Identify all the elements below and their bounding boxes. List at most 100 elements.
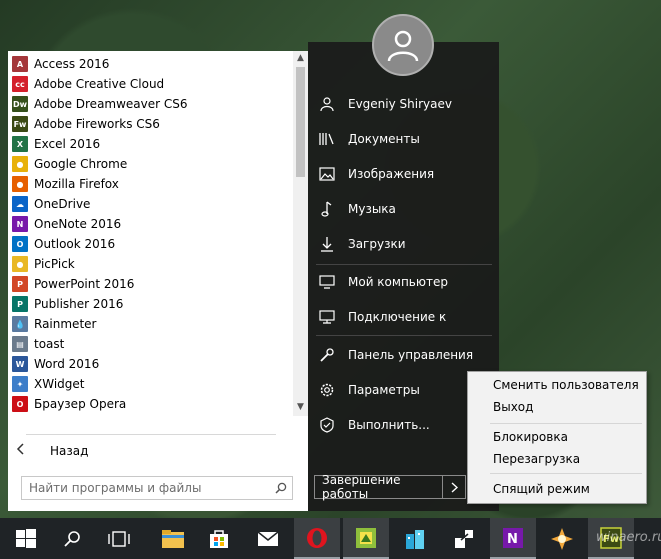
fireworks-icon: Fw [12, 116, 28, 132]
settings-gear-icon [314, 382, 340, 398]
place-item-control-panel[interactable]: Панель управления [314, 342, 494, 368]
list-item[interactable]: ☁ OneDrive [8, 194, 293, 214]
app-label: Adobe Dreamweaver CS6 [34, 97, 188, 111]
person-icon [314, 97, 340, 111]
chevron-right-icon[interactable] [442, 476, 465, 498]
pictures-icon [314, 167, 340, 181]
greenshot-taskbar-button[interactable] [343, 518, 389, 559]
excel-icon: X [12, 136, 28, 152]
list-item[interactable]: ● PicPick [8, 254, 293, 274]
access-icon: A [12, 56, 28, 72]
buildings-app-button[interactable] [392, 518, 438, 559]
search-icon [64, 530, 80, 547]
chrome-icon: ● [12, 156, 28, 172]
greenshot-icon [356, 527, 376, 548]
list-item[interactable]: ✦ XWidget [8, 374, 293, 394]
list-item[interactable]: cc Adobe Creative Cloud [8, 74, 293, 94]
start-button[interactable] [3, 518, 49, 559]
place-item-music[interactable]: Музыка [314, 196, 494, 222]
list-item[interactable]: ● Google Chrome [8, 154, 293, 174]
computer-icon [314, 275, 340, 289]
rainmeter-icon: 💧 [12, 316, 28, 332]
list-item[interactable]: ● Mozilla Firefox [8, 174, 293, 194]
place-item-pictures[interactable]: Изображения [314, 161, 494, 187]
place-item-documents[interactable]: Документы [314, 126, 494, 152]
onenote-icon: N [503, 527, 523, 548]
list-item[interactable]: N OneNote 2016 [8, 214, 293, 234]
mail-icon [257, 530, 279, 546]
back-button[interactable]: Назад [16, 439, 88, 463]
list-item[interactable]: ▤ toast [8, 334, 293, 354]
menu-item-switch-user[interactable]: Сменить пользователя [493, 375, 639, 395]
toast-icon: ▤ [12, 336, 28, 352]
list-item[interactable]: A Access 2016 [8, 54, 293, 74]
place-item-computer[interactable]: Мой компьютер [314, 269, 494, 295]
outlook-icon: O [12, 236, 28, 252]
list-item[interactable]: O Outlook 2016 [8, 234, 293, 254]
place-label: Документы [348, 132, 420, 146]
divider [26, 434, 276, 435]
scroll-thumb[interactable] [296, 67, 305, 177]
store-button[interactable] [196, 518, 242, 559]
task-view-button[interactable] [96, 518, 142, 559]
share-app-button[interactable] [441, 518, 487, 559]
file-explorer-button[interactable] [150, 518, 196, 559]
control-panel-icon [314, 347, 340, 363]
onenote-taskbar-button[interactable]: N [490, 518, 536, 559]
app-list-panel: A Access 2016 cc Adobe Creative Cloud Dw Adob… [8, 51, 308, 511]
onenote-icon: N [12, 216, 28, 232]
shutdown-button[interactable]: Завершение работы [314, 473, 466, 501]
app-label: Adobe Creative Cloud [34, 77, 165, 91]
user-avatar[interactable] [372, 14, 434, 76]
user-name-item[interactable]: Evgeniy Shiryaev [314, 91, 494, 117]
app-label: Rainmeter [34, 317, 97, 331]
app-label: Excel 2016 [34, 137, 101, 151]
list-item[interactable]: P Publisher 2016 [8, 294, 293, 314]
menu-item-sleep[interactable]: Спящий режим [493, 479, 590, 499]
scroll-down-icon[interactable]: ▼ [293, 400, 308, 414]
scrollbar[interactable]: ▲ ▼ [293, 51, 308, 416]
watermark: winaero.ru [596, 530, 661, 545]
place-item-connect[interactable]: Подключение к [314, 304, 494, 330]
menu-item-sign-out[interactable]: Выход [493, 397, 533, 417]
xnview-icon [551, 527, 573, 550]
place-label: Параметры [348, 383, 420, 397]
xnview-button[interactable] [539, 518, 585, 559]
opera-taskbar-button[interactable] [294, 518, 340, 559]
menu-item-restart[interactable]: Перезагрузка [493, 449, 580, 469]
list-item[interactable]: 💧 Rainmeter [8, 314, 293, 334]
list-item[interactable]: Dw Adobe Dreamweaver CS6 [8, 94, 293, 114]
scroll-up-icon[interactable]: ▲ [293, 51, 308, 65]
app-label: PicPick [34, 257, 75, 271]
app-label: Access 2016 [34, 57, 110, 71]
chevron-left-icon [16, 443, 36, 459]
power-context-menu: Сменить пользователя Выход Блокировка Пе… [467, 371, 647, 504]
mail-button[interactable] [245, 518, 291, 559]
svg-text:N: N [507, 532, 518, 547]
divider [316, 335, 492, 336]
app-label: toast [34, 337, 65, 351]
place-label: Музыка [348, 202, 396, 216]
music-icon [314, 201, 340, 217]
menu-item-lock[interactable]: Блокировка [493, 427, 568, 447]
app-label: Word 2016 [34, 357, 100, 371]
search-icon[interactable] [270, 477, 292, 499]
app-label: OneNote 2016 [34, 217, 122, 231]
divider [316, 264, 492, 265]
menu-separator [490, 473, 642, 474]
app-label: Publisher 2016 [34, 297, 124, 311]
list-item[interactable]: W Word 2016 [8, 354, 293, 374]
taskbar: N Fw [0, 518, 661, 559]
place-item-downloads[interactable]: Загрузки [314, 231, 494, 257]
documents-icon [314, 132, 340, 146]
firefox-icon: ● [12, 176, 28, 192]
list-item[interactable]: X Excel 2016 [8, 134, 293, 154]
xwidget-icon: ✦ [12, 376, 28, 392]
search-box[interactable] [21, 476, 293, 500]
search-input[interactable] [22, 478, 270, 498]
list-item[interactable]: Fw Adobe Fireworks CS6 [8, 114, 293, 134]
list-item[interactable]: P PowerPoint 2016 [8, 274, 293, 294]
picpick-icon: ● [12, 256, 28, 272]
taskbar-search-button[interactable] [49, 518, 95, 559]
list-item[interactable]: O Браузер Opera [8, 394, 293, 414]
